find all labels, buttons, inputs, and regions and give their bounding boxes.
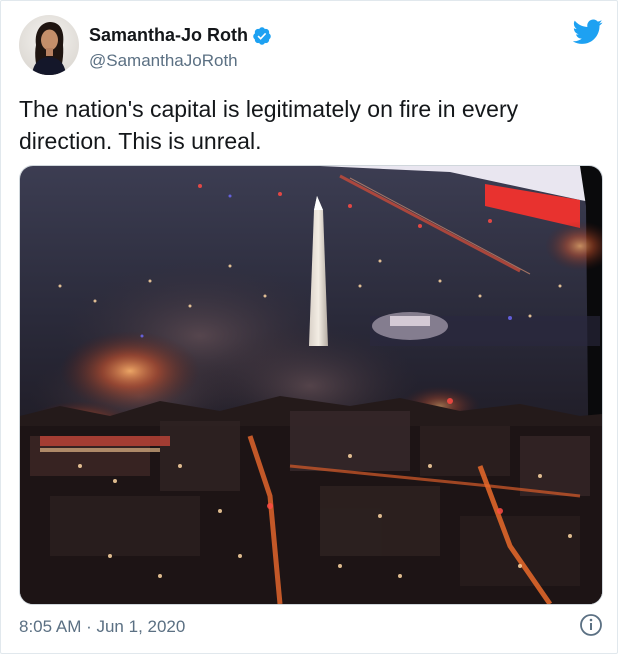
city-fire-photo [20, 166, 602, 604]
avatar-photo [19, 15, 79, 75]
verified-badge-icon [253, 26, 271, 45]
display-name[interactable]: Samantha-Jo Roth [89, 25, 248, 46]
user-handle[interactable]: @SamanthaJoRoth [89, 51, 238, 71]
tweet-card: Samantha-Jo Roth @SamanthaJoRoth The nat… [0, 0, 618, 654]
tweet-photo[interactable] [19, 165, 603, 605]
tweet-timestamp[interactable]: 8:05 AM · Jun 1, 2020 [19, 617, 185, 637]
name-row: Samantha-Jo Roth [89, 25, 272, 46]
tweet-header: Samantha-Jo Roth @SamanthaJoRoth [19, 15, 603, 79]
tweet-text: The nation's capital is legitimately on … [19, 96, 519, 154]
avatar[interactable] [19, 15, 79, 75]
info-icon[interactable] [579, 613, 603, 637]
tweet-footer: 8:05 AM · Jun 1, 2020 [19, 613, 603, 641]
twitter-bird-icon[interactable] [573, 19, 603, 45]
